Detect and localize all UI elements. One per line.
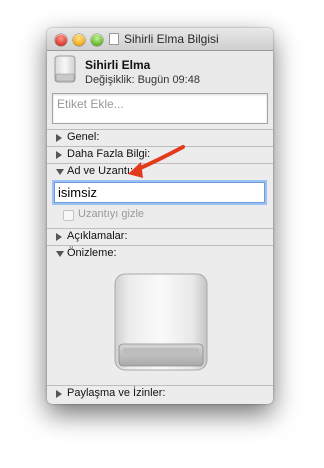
name-field-value: isimsiz (58, 185, 97, 200)
disclosure-triangle-collapsed-icon[interactable] (56, 151, 62, 159)
tags-placeholder: Etiket Ekle... (57, 97, 124, 111)
modified-label: Değişiklik: (85, 74, 135, 86)
modified-info: Değişiklik: Bugün 09:48 (85, 74, 200, 86)
section-comments-label: Açıklamalar: (67, 230, 128, 242)
section-name-extension[interactable]: Ad ve Uzantı: (47, 163, 273, 180)
section-general[interactable]: Genel: (47, 129, 273, 146)
window-title: Sihirli Elma Bilgisi (124, 32, 219, 46)
document-icon (109, 33, 119, 45)
zoom-button[interactable] (91, 34, 103, 46)
section-preview[interactable]: Önizleme: (47, 245, 273, 262)
info-window: Sihirli Elma Bilgisi Sihirli Elma Değişi… (47, 28, 273, 404)
disclosure-triangle-expanded-icon[interactable] (56, 251, 64, 257)
section-more-info[interactable]: Daha Fazla Bilgi: (47, 146, 273, 163)
section-general-label: Genel: (67, 131, 100, 143)
section-sharing[interactable]: Paylaşma ve İzinler: (47, 385, 273, 404)
modified-value: Bugün 09:48 (137, 74, 200, 86)
item-name: Sihirli Elma (85, 58, 151, 72)
preview-drive-image (114, 273, 208, 371)
disclosure-triangle-collapsed-icon[interactable] (56, 233, 62, 241)
disclosure-triangle-collapsed-icon[interactable] (56, 390, 62, 398)
external-drive-icon (54, 55, 76, 83)
disclosure-triangle-collapsed-icon[interactable] (56, 134, 62, 142)
hide-extension-checkbox[interactable] (63, 210, 74, 221)
section-name-extension-label: Ad ve Uzantı: (67, 165, 134, 177)
tags-field[interactable]: Etiket Ekle... (52, 93, 268, 124)
section-preview-label: Önizleme: (67, 247, 117, 259)
section-more-info-label: Daha Fazla Bilgi: (67, 148, 151, 160)
minimize-button[interactable] (73, 34, 85, 46)
section-sharing-label: Paylaşma ve İzinler: (67, 387, 166, 399)
title-bar[interactable]: Sihirli Elma Bilgisi (47, 28, 273, 51)
name-field[interactable]: isimsiz (54, 182, 265, 203)
disclosure-triangle-expanded-icon[interactable] (56, 169, 64, 175)
close-button[interactable] (55, 34, 67, 46)
hide-extension-label: Uzantıyı gizle (78, 208, 145, 220)
section-comments[interactable]: Açıklamalar: (47, 228, 273, 245)
